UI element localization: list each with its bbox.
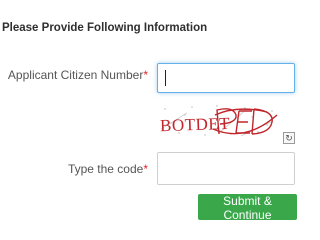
captcha-code-label-text: Type the code [67,162,144,176]
form-heading: Please Provide Following Information [2,22,208,34]
captcha-form: Please Provide Following Information App… [0,0,300,222]
citizen-number-label-text: Applicant Citizen Number [7,68,144,82]
captcha-image: BOTDET [157,103,279,139]
submit-continue-button[interactable]: Submit & Continue [198,194,297,222]
required-asterisk: * [143,162,148,176]
captcha-code-input[interactable] [157,152,295,185]
text-caret [165,70,166,86]
required-asterisk: * [143,68,148,82]
refresh-icon: ↻ [285,133,293,143]
refresh-captcha-button[interactable]: ↻ [283,132,295,144]
citizen-number-input[interactable] [157,63,295,93]
captcha-code-label: Type the code* [68,162,148,176]
citizen-number-label: Applicant Citizen Number* [8,68,148,82]
